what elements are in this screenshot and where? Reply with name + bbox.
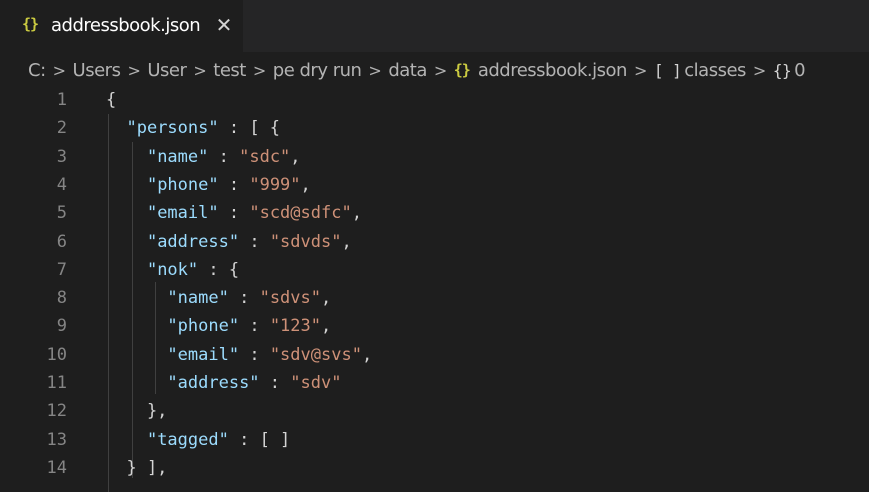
code-text: }, <box>106 401 168 422</box>
breadcrumb-label: pe dry run <box>272 59 362 81</box>
code-editor[interactable]: 1{2 "persons" : [ {3 "name" : "sdc", 4 "p… <box>0 86 869 492</box>
breadcrumb-label: classes <box>684 59 746 81</box>
code-text: "name" : "sdvs", <box>167 288 332 309</box>
breadcrumb-label: 0 <box>794 59 806 81</box>
object-icon: {} <box>772 60 792 80</box>
code-text: "persons" : [ { <box>126 118 281 139</box>
line-number: 6 <box>56 231 67 252</box>
tab-bar: {} addressbook.json ✕ <box>0 0 869 52</box>
line-number: 5 <box>56 203 67 224</box>
line-number: 7 <box>56 259 67 280</box>
tab-title: addressbook.json <box>51 15 201 36</box>
breadcrumb-item[interactable]: {} 0 <box>772 59 806 81</box>
code-line[interactable]: 7 "nok" : { <box>0 256 869 284</box>
line-number: 2 <box>56 118 67 139</box>
line-number: 13 <box>46 429 67 450</box>
code-text: "phone" : "123", <box>167 316 332 337</box>
code-text: "name" : "sdc", <box>146 146 301 167</box>
breadcrumb-label: C: <box>28 59 46 81</box>
code-text: } ], <box>106 457 168 478</box>
chevron-right-icon: > <box>52 60 66 80</box>
breadcrumb-label: User <box>147 59 187 81</box>
breadcrumb-item[interactable]: Users <box>73 60 121 81</box>
code-text: "address" : "sdvds", <box>146 231 352 252</box>
line-number: 8 <box>56 288 67 309</box>
chevron-right-icon: > <box>633 60 647 80</box>
code-text: { <box>106 90 117 110</box>
code-line[interactable]: 8 "name" : "sdvs", <box>0 284 869 312</box>
editor-window: {} addressbook.json ✕ C: > Users > User > test… <box>0 0 869 492</box>
code-text: "email" : "sdv@svs", <box>167 344 373 365</box>
line-number: 9 <box>56 316 67 337</box>
code-line[interactable]: 11 "address" : "sdv" <box>0 369 869 397</box>
json-braces-icon: {} <box>22 15 39 33</box>
code-line[interactable]: 2 "persons" : [ { <box>0 114 869 142</box>
line-number: 12 <box>46 401 67 422</box>
code-text: "email" : "scd@sdfc", <box>146 203 362 224</box>
code-text: "address" : "sdv" <box>167 373 342 393</box>
code-line[interactable]: 13 "tagged" : [ ] <box>0 426 869 454</box>
code-line[interactable]: 12 }, <box>0 397 869 425</box>
code-text: "phone" : "999", <box>146 174 311 195</box>
code-line[interactable]: 3 "name" : "sdc", <box>0 143 869 171</box>
tab-addressbook-json[interactable]: {} addressbook.json ✕ <box>0 0 243 52</box>
breadcrumb-label: data <box>388 59 427 81</box>
chevron-right-icon: > <box>752 60 766 80</box>
breadcrumb-label: test <box>213 59 246 81</box>
code-line[interactable]: 9 "phone" : "123", <box>0 312 869 340</box>
breadcrumb-label: Users <box>72 59 121 81</box>
chevron-right-icon: > <box>193 60 207 80</box>
line-number: 10 <box>46 344 67 365</box>
code-text: "tagged" : [ ] <box>146 429 291 450</box>
breadcrumb-item[interactable]: pe dry run <box>273 60 362 81</box>
code-line[interactable]: 14 } ], <box>0 454 869 482</box>
breadcrumb-item[interactable]: {} addressbook.json <box>453 59 628 81</box>
line-number: 3 <box>56 146 67 167</box>
array-icon: [ ] <box>653 60 682 80</box>
breadcrumb-item[interactable]: test <box>213 60 246 81</box>
breadcrumb-item[interactable]: [ ] classes <box>653 59 747 81</box>
breadcrumb-label: addressbook.json <box>477 59 628 81</box>
code-line[interactable]: 1{ <box>0 86 869 114</box>
line-number: 14 <box>46 457 67 478</box>
breadcrumb-item[interactable]: C: <box>28 60 46 81</box>
breadcrumb: C: > Users > User > test > pe dry run > data > {} add… <box>28 58 806 82</box>
code-line[interactable]: 5 "email" : "scd@sdfc", <box>0 199 869 227</box>
chevron-right-icon: > <box>127 60 141 80</box>
chevron-right-icon: > <box>252 60 266 80</box>
code-line[interactable]: 10 "email" : "sdv@svs", <box>0 341 869 369</box>
breadcrumb-item[interactable]: data <box>388 60 427 81</box>
chevron-right-icon: > <box>368 60 382 80</box>
code-text: "nok" : { <box>146 259 240 280</box>
line-number: 4 <box>56 174 67 195</box>
line-number: 1 <box>56 90 67 110</box>
code-line[interactable]: 6 "address" : "sdvds", <box>0 228 869 256</box>
code-line[interactable]: 4 "phone" : "999", <box>0 171 869 199</box>
chevron-right-icon: > <box>433 60 447 80</box>
close-icon[interactable]: ✕ <box>213 13 235 37</box>
breadcrumb-item[interactable]: User <box>147 59 187 81</box>
line-number: 11 <box>46 373 67 393</box>
json-braces-icon: {} <box>453 61 471 79</box>
